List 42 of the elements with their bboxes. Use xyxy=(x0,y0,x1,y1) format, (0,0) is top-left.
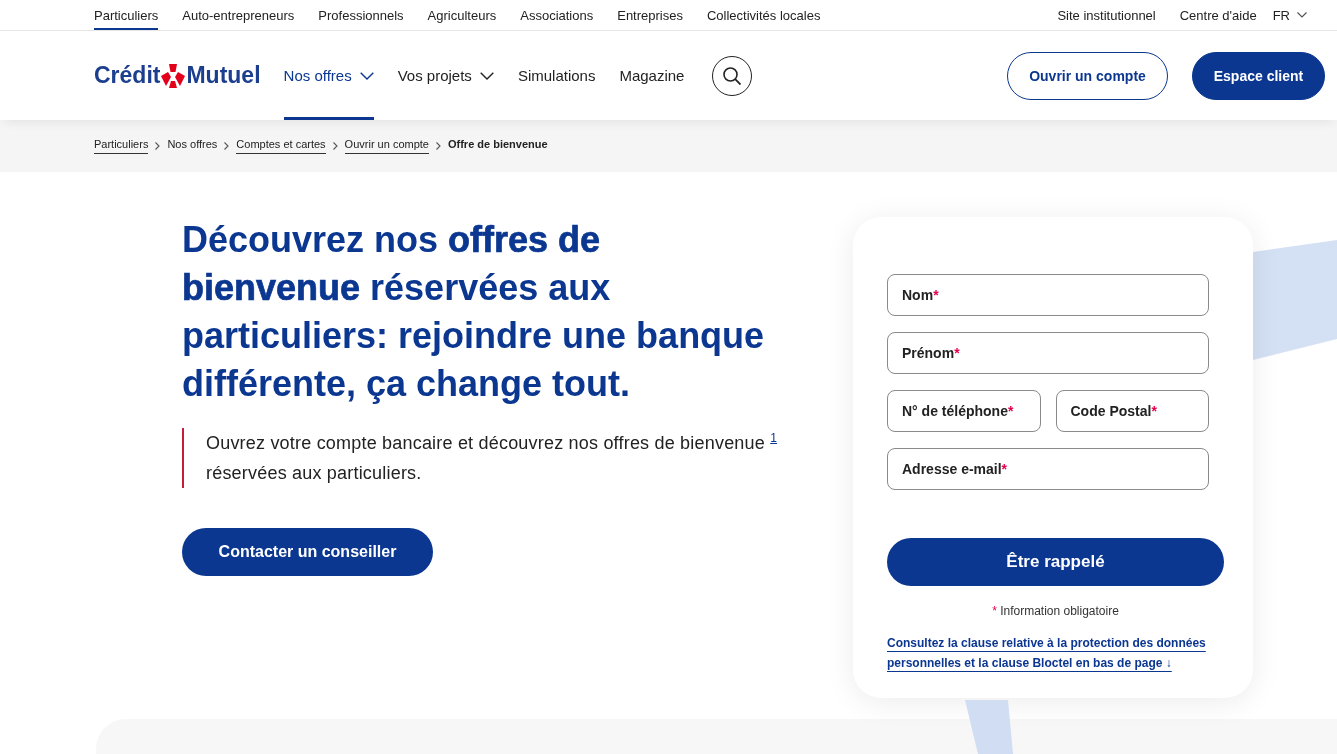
breadcrumb-item: Nos offres xyxy=(167,138,218,152)
search-icon xyxy=(723,66,742,85)
nav-link[interactable]: Vos projets xyxy=(397,31,494,120)
required-legend: * Information obligatoire xyxy=(887,604,1224,618)
secondary-button[interactable]: Ouvrir un compte xyxy=(1007,51,1168,100)
logo-icon xyxy=(161,63,186,88)
background-shape xyxy=(965,700,1013,754)
utility-link[interactable]: Centre d'aide xyxy=(1179,7,1257,23)
chevron-right-icon xyxy=(155,142,161,150)
nav-link[interactable]: Magazine xyxy=(619,31,685,120)
text-field[interactable]: N° de téléphone* xyxy=(887,390,1041,432)
breadcrumb-link[interactable]: Particuliers xyxy=(94,138,149,154)
intro-paragraph: Ouvrez votre compte bancaire et découvrez nos offres de bienvenue $^{1}$ réservées aux particuliers. xyxy=(182,428,806,488)
text-field[interactable]: Adresse e-mail* xyxy=(887,448,1209,490)
text-field[interactable]: Prénom* xyxy=(887,332,1209,374)
text-field[interactable]: Code Postal* xyxy=(1055,390,1209,432)
contact-advisor-button[interactable]: Contacter un conseiller xyxy=(182,528,433,576)
callback-button[interactable]: Être rappelé xyxy=(887,538,1224,586)
privacy-clause-link[interactable]: Consultez la clause relative à la protection des données personnelles et la clause Bloctel en bas de page ↓ xyxy=(887,633,1217,673)
chevron-right-icon xyxy=(224,142,230,150)
segment-tab[interactable]: Agriculteurs xyxy=(427,0,497,30)
logo-link[interactable]: Crédit Mutuel xyxy=(94,31,261,120)
breadcrumb-link[interactable]: Ouvrir un compte xyxy=(344,138,429,154)
segment-tab[interactable]: Professionnels xyxy=(318,0,404,30)
language-button[interactable]: FR xyxy=(1272,7,1307,23)
segment-tab[interactable]: Collectivités locales xyxy=(706,0,821,30)
utility-link[interactable]: Site institutionnel xyxy=(1057,7,1156,23)
chevron-right-icon xyxy=(332,142,338,150)
primary-button[interactable]: Espace client xyxy=(1192,51,1325,100)
footnote-link[interactable]: 1 xyxy=(770,431,778,445)
breadcrumb-link[interactable]: Comptes et cartes xyxy=(236,138,326,154)
segment-tab[interactable]: Associations xyxy=(520,0,594,30)
breadcrumb-item: Offre de bienvenue xyxy=(448,138,548,152)
chevron-down-icon xyxy=(1297,12,1307,18)
segment-tab[interactable]: Auto-entrepreneurs xyxy=(182,0,295,30)
text-field[interactable]: Nom* xyxy=(887,274,1209,316)
nav-link[interactable]: Simulations xyxy=(517,31,596,120)
hero-heading: Découvrez nos offres de bienvenue réservées aux particuliers: rejoindre une banque différente, ça change tout. xyxy=(182,218,766,406)
chevron-down-icon xyxy=(479,71,494,80)
chevron-right-icon xyxy=(436,142,441,150)
chevron-down-icon xyxy=(359,71,374,80)
segment-tab[interactable]: Entreprises xyxy=(617,0,683,30)
